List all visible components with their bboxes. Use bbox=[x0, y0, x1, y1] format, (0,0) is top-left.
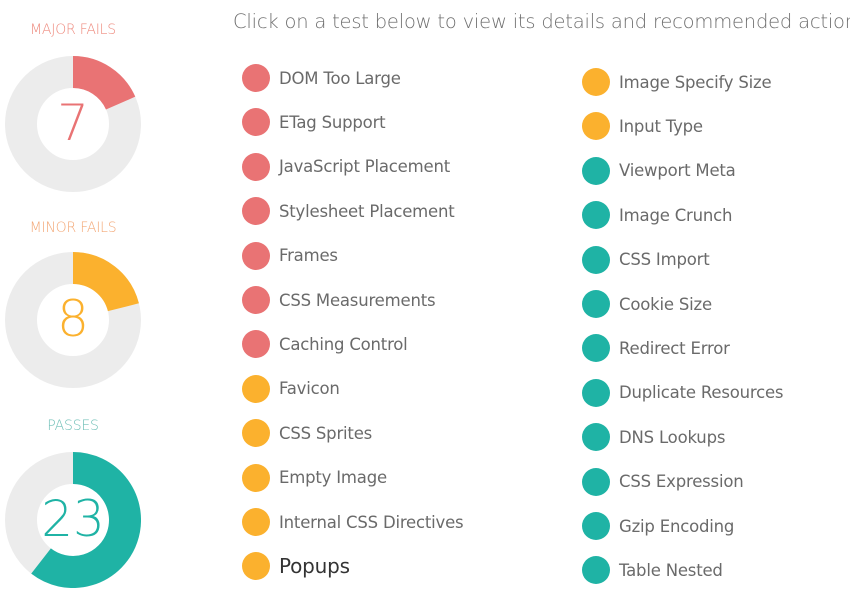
test-item-label: Table Nested bbox=[619, 560, 723, 580]
test-item[interactable]: Input Type bbox=[582, 112, 703, 141]
test-item[interactable]: Popups bbox=[242, 552, 350, 581]
test-item[interactable]: Table Nested bbox=[582, 556, 723, 585]
test-item-label: Gzip Encoding bbox=[619, 516, 735, 536]
major-status-dot-icon bbox=[242, 64, 270, 92]
test-item-label: DNS Lookups bbox=[619, 427, 726, 447]
test-item-label: CSS Sprites bbox=[279, 423, 373, 443]
test-item[interactable]: DOM Too Large bbox=[242, 64, 401, 92]
test-item[interactable]: CSS Sprites bbox=[242, 419, 373, 448]
test-item[interactable]: CSS Measurements bbox=[242, 286, 436, 314]
test-item-label: ETag Support bbox=[279, 112, 386, 132]
minor-fails-count: 8 bbox=[57, 290, 89, 348]
test-item[interactable]: Favicon bbox=[242, 374, 340, 403]
test-item[interactable]: Cookie Size bbox=[582, 290, 712, 318]
major-status-dot-icon bbox=[242, 197, 270, 226]
passes-count: 23 bbox=[41, 490, 105, 548]
test-item[interactable]: Frames bbox=[242, 241, 338, 270]
test-item[interactable]: CSS Expression bbox=[582, 467, 744, 496]
pass-status-dot-icon bbox=[582, 201, 610, 230]
minor-status-dot-icon bbox=[242, 552, 270, 581]
results-summary: MAJOR FAILS 7 MINOR FAILS 8 PASSES 23 bbox=[0, 0, 150, 600]
minor-fails-label: MINOR FAILS bbox=[29, 220, 117, 236]
test-item[interactable]: Viewport Meta bbox=[582, 156, 736, 185]
test-item[interactable]: Redirect Error bbox=[582, 334, 730, 363]
test-item-label: Stylesheet Placement bbox=[279, 201, 455, 221]
test-item[interactable]: Image Specify Size bbox=[582, 68, 772, 96]
minor-status-dot-icon bbox=[242, 419, 270, 448]
test-item[interactable]: Duplicate Resources bbox=[582, 378, 784, 407]
test-item-label: Redirect Error bbox=[619, 338, 730, 358]
pass-status-dot-icon bbox=[582, 245, 610, 274]
major-status-dot-icon bbox=[242, 108, 270, 137]
pass-status-dot-icon bbox=[582, 334, 610, 363]
major-status-dot-icon bbox=[242, 152, 270, 181]
test-item[interactable]: Gzip Encoding bbox=[582, 512, 734, 540]
instruction-text: Click on a test below to view its detail… bbox=[233, 10, 850, 33]
test-item-label: Cookie Size bbox=[619, 294, 712, 314]
pass-status-dot-icon bbox=[582, 556, 610, 585]
test-item[interactable]: Stylesheet Placement bbox=[242, 197, 455, 226]
test-item-label: Input Type bbox=[619, 116, 703, 136]
major-fails-count: 7 bbox=[57, 94, 89, 152]
test-item[interactable]: ETag Support bbox=[242, 108, 386, 137]
test-item-label: Image Specify Size bbox=[619, 72, 772, 92]
test-item[interactable]: Internal CSS Directives bbox=[242, 508, 464, 536]
pass-status-dot-icon bbox=[582, 378, 610, 407]
test-item[interactable]: CSS Import bbox=[582, 245, 710, 274]
test-item-label: Empty Image bbox=[279, 468, 387, 488]
test-item-label: Viewport Meta bbox=[619, 161, 736, 181]
test-item[interactable]: DNS Lookups bbox=[582, 423, 726, 452]
test-item-label: DOM Too Large bbox=[279, 68, 401, 88]
major-status-dot-icon bbox=[242, 286, 270, 314]
major-status-dot-icon bbox=[242, 330, 270, 359]
major-fails-label: MAJOR FAILS bbox=[30, 22, 116, 38]
minor-status-dot-icon bbox=[242, 374, 270, 403]
test-item[interactable]: Caching Control bbox=[242, 330, 408, 359]
test-item[interactable]: JavaScript Placement bbox=[242, 152, 450, 181]
test-item-label: Popups bbox=[279, 554, 350, 579]
test-item-label: Caching Control bbox=[279, 334, 408, 354]
test-item-label: Favicon bbox=[279, 379, 340, 399]
pass-status-dot-icon bbox=[582, 512, 610, 540]
test-item-label: CSS Import bbox=[619, 250, 710, 270]
pass-status-dot-icon bbox=[582, 156, 610, 185]
test-item-label: CSS Measurements bbox=[279, 290, 436, 310]
test-item-label: CSS Expression bbox=[619, 472, 744, 492]
pass-status-dot-icon bbox=[582, 423, 610, 452]
minor-status-dot-icon bbox=[242, 508, 270, 536]
test-item-label: Internal CSS Directives bbox=[279, 512, 464, 532]
test-item-label: JavaScript Placement bbox=[279, 157, 450, 177]
test-item-label: Image Crunch bbox=[619, 205, 733, 225]
test-item-label: Frames bbox=[279, 246, 338, 266]
minor-status-dot-icon bbox=[582, 68, 610, 96]
passes-label: PASSES bbox=[47, 418, 99, 434]
pass-status-dot-icon bbox=[582, 467, 610, 496]
pass-status-dot-icon bbox=[582, 290, 610, 318]
test-item[interactable]: Empty Image bbox=[242, 463, 387, 492]
minor-status-dot-icon bbox=[242, 463, 270, 492]
major-status-dot-icon bbox=[242, 241, 270, 270]
test-item[interactable]: Image Crunch bbox=[582, 201, 733, 230]
minor-status-dot-icon bbox=[582, 112, 610, 141]
test-item-label: Duplicate Resources bbox=[619, 383, 784, 403]
